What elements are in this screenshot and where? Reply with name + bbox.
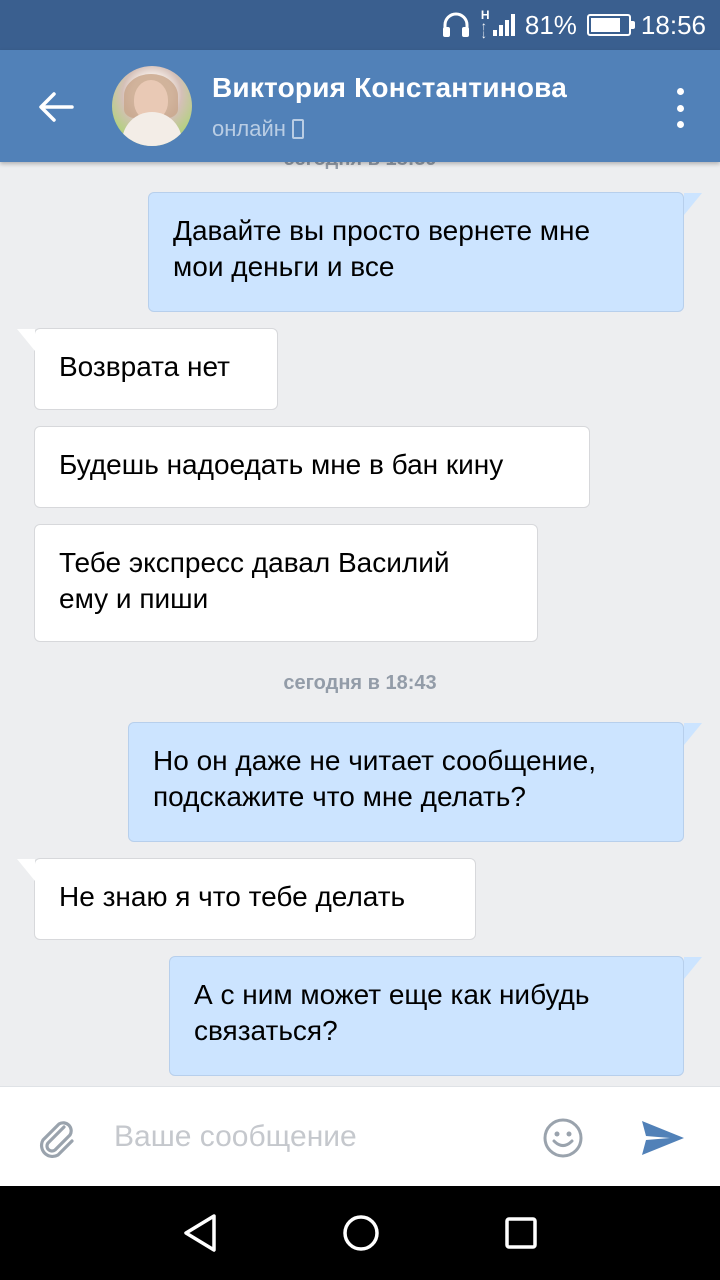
date-separator: сегодня в 18:43 [283, 672, 437, 694]
nav-back-icon[interactable] [180, 1212, 222, 1254]
message-text-line: Не знаю я что тебе делать [59, 881, 406, 912]
clock: 18:56 [640, 9, 706, 40]
message-bubble-outgoing[interactable]: Давайте вы просто вернете мне мои деньги… [148, 192, 684, 312]
emoji-icon[interactable] [542, 1117, 584, 1159]
message-bubble-outgoing[interactable]: Но он даже не читает сообщение, подскажи… [128, 722, 684, 842]
contact-status: онлайн [212, 116, 304, 142]
date-separator: сегодня в 18:39 [0, 162, 720, 171]
message-bubble-incoming[interactable]: Возврата нет [34, 328, 278, 410]
send-icon[interactable] [640, 1117, 686, 1159]
message-text-line: Но он даже не читает сообщение, [153, 745, 596, 776]
message-bubble-incoming[interactable]: Не знаю я что тебе делать [34, 858, 476, 940]
message-text-line: Возврата нет [59, 351, 230, 382]
status-bar: H ↑ ↓ 81% 18:56 [0, 0, 720, 50]
nav-home-icon[interactable] [342, 1214, 380, 1252]
contact-name[interactable]: Виктория Константинова [212, 72, 567, 104]
message-bubble-incoming[interactable]: Тебе экспресс давал Василий ему и пиши [34, 524, 538, 642]
conversation-header: Виктория Константинова онлайн [0, 50, 720, 162]
message-text-line: подскажите что мне делать? [153, 781, 526, 812]
headphones-icon [442, 12, 469, 37]
paperclip-icon[interactable] [34, 1115, 78, 1159]
avatar[interactable] [112, 66, 192, 146]
message-text-line: А с ним может еще как нибудь [194, 979, 590, 1010]
battery-icon [586, 14, 635, 36]
more-options-button[interactable] [670, 88, 690, 128]
message-text-line: мои деньги и все [173, 251, 395, 282]
status-bar-right: H ↑ ↓ 81% 18:56 [441, 0, 706, 50]
mobile-phone-icon [291, 119, 304, 139]
message-input[interactable] [114, 1111, 514, 1163]
message-bubble-incoming[interactable]: Будешь надоедать мне в бан кину [34, 426, 590, 508]
message-text-line: связаться? [194, 1015, 338, 1046]
message-text-line: Давайте вы просто вернете мне [173, 215, 591, 246]
message-text-line: ему и пиши [59, 583, 209, 614]
message-list[interactable]: сегодня в 18:39 Давайте вы просто вернет… [0, 162, 720, 1086]
battery-percent: 81% [524, 9, 577, 40]
message-text-line: Тебе экспресс давал Василий [59, 547, 450, 578]
battery-fill [590, 18, 621, 32]
back-button[interactable] [26, 82, 86, 132]
back-arrow-icon [39, 92, 74, 122]
message-compose-bar [0, 1086, 720, 1186]
message-bubble-outgoing[interactable]: А с ним может еще как нибудь связаться? [169, 956, 684, 1076]
system-navigation-bar [0, 1186, 720, 1280]
nav-recent-apps-icon[interactable] [504, 1216, 538, 1250]
message-text-line: Будешь надоедать мне в бан кину [59, 449, 504, 480]
signal-icon: H ↑ ↓ [481, 8, 515, 40]
online-status: онлайн [212, 116, 286, 141]
